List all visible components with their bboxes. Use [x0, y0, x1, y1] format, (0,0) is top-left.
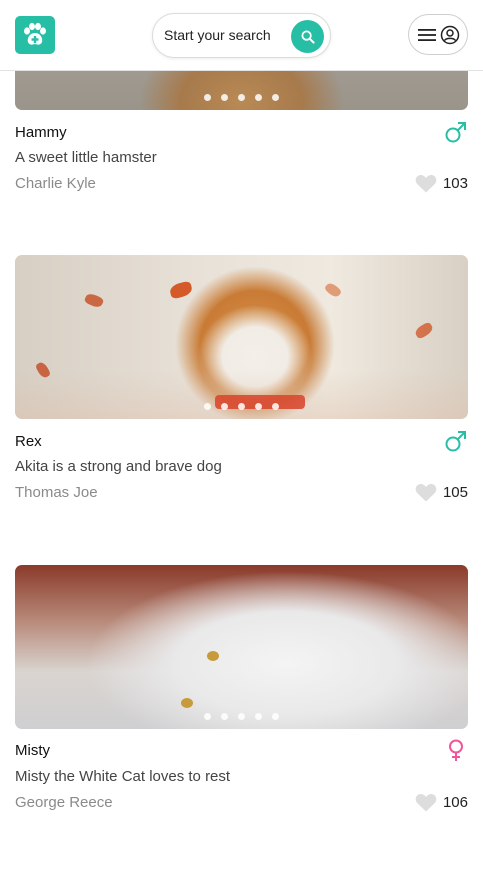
- pet-name[interactable]: Misty: [15, 742, 50, 759]
- likes-group: 106: [415, 793, 468, 812]
- search-bar[interactable]: Start your search: [152, 13, 331, 58]
- paw-logo-icon[interactable]: [15, 16, 55, 54]
- pet-photo[interactable]: [15, 255, 468, 419]
- pet-name[interactable]: Rex: [15, 433, 42, 450]
- pet-description: Misty the White Cat loves to rest: [15, 768, 231, 785]
- female-icon: [449, 739, 463, 761]
- top-header: Start your search: [0, 0, 483, 71]
- pet-owner[interactable]: George Reece: [15, 794, 113, 811]
- heart-icon[interactable]: [415, 793, 437, 812]
- likes-count: 103: [442, 175, 468, 192]
- photo-carousel-dots[interactable]: [15, 94, 468, 101]
- male-icon: [445, 122, 466, 143]
- account-menu-button[interactable]: [408, 14, 468, 55]
- photo-carousel-dots[interactable]: [15, 403, 468, 410]
- pet-card-rex[interactable]: Rex Akita is a strong and brave dog Thom…: [15, 255, 468, 502]
- user-circle-icon: [440, 25, 459, 44]
- pet-description: A sweet little hamster: [15, 149, 157, 166]
- pet-description: Akita is a strong and brave dog: [15, 458, 222, 475]
- likes-count: 106: [442, 794, 468, 811]
- pet-owner[interactable]: Charlie Kyle: [15, 175, 96, 192]
- pet-photo[interactable]: [15, 565, 468, 729]
- pet-name[interactable]: Hammy: [15, 124, 67, 141]
- search-icon: [301, 30, 315, 44]
- pet-card-misty[interactable]: Misty Misty the White Cat loves to rest …: [15, 565, 468, 812]
- likes-group: 103: [415, 174, 468, 193]
- likes-group: 105: [415, 483, 468, 502]
- search-label: Start your search: [164, 27, 271, 43]
- photo-carousel-dots[interactable]: [15, 713, 468, 720]
- pet-owner[interactable]: Thomas Joe: [15, 484, 98, 501]
- heart-icon[interactable]: [415, 174, 437, 193]
- hamburger-icon: [417, 28, 436, 41]
- male-icon: [445, 431, 466, 452]
- likes-count: 105: [442, 484, 468, 501]
- search-button[interactable]: [291, 20, 324, 53]
- heart-icon[interactable]: [415, 483, 437, 502]
